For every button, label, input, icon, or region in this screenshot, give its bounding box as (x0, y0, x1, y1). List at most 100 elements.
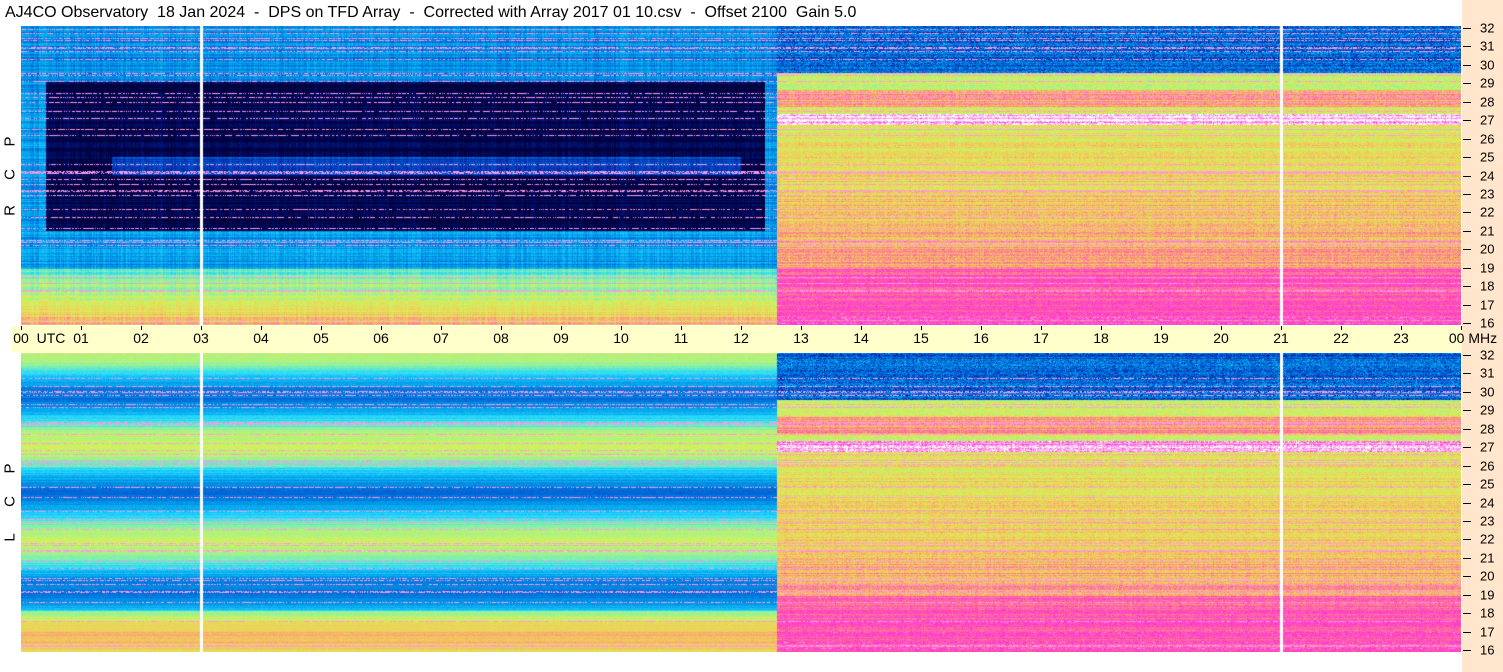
time-tick-mark (1101, 326, 1102, 330)
frequency-tick-label: 25 (1480, 149, 1495, 165)
time-tick-mark (741, 326, 742, 330)
time-tick-mark (1461, 326, 1462, 330)
frequency-tick-mark (1463, 428, 1471, 430)
frequency-tick-label: 23 (1480, 186, 1495, 202)
time-tick-label: 00 (13, 330, 29, 346)
frequency-tick-mark (1463, 120, 1471, 122)
chart-title: AJ4CO Observatory 18 Jan 2024 - DPS on T… (5, 4, 857, 21)
time-tick-label: 08 (493, 330, 509, 346)
time-tick-mark (681, 326, 682, 330)
frequency-tick-label: 32 (1480, 347, 1495, 363)
frequency-tick-label: 22 (1480, 531, 1495, 547)
spectrogram-lcp (21, 353, 1461, 652)
frequency-tick-label: 24 (1480, 168, 1495, 183)
frequency-tick-mark (1463, 465, 1471, 467)
time-tick-label: 04 (253, 330, 269, 346)
polarization-letter: C (1, 496, 19, 507)
time-tick-label: 14 (853, 330, 869, 346)
frequency-tick-mark (1463, 138, 1471, 140)
frequency-tick-mark (1463, 304, 1471, 306)
frequency-tick-label: 27 (1480, 112, 1495, 128)
frequency-tick-mark (1463, 157, 1471, 159)
time-tick-label: 13 (793, 330, 809, 346)
frequency-tick-mark (1463, 175, 1471, 177)
time-tick-label: 21 (1273, 330, 1289, 346)
frequency-tick-mark (1463, 83, 1471, 85)
frequency-tick-label: 28 (1480, 421, 1495, 437)
time-tick-label: UTC (36, 330, 66, 346)
time-tick-mark (381, 326, 382, 330)
frequency-tick-label: 24 (1480, 495, 1495, 510)
time-tick-label: 22 (1333, 330, 1349, 346)
frequency-tick-mark (1463, 286, 1471, 288)
time-tick-label: 19 (1153, 330, 1169, 346)
frequency-tick-label: 23 (1480, 513, 1495, 529)
frequency-tick-mark (1463, 193, 1471, 195)
frequency-tick-mark (1463, 212, 1471, 214)
frequency-tick-label: 17 (1480, 624, 1495, 640)
time-tick-mark (1041, 326, 1042, 330)
frequency-tick-label: 18 (1480, 278, 1495, 294)
frequency-tick-mark (1463, 484, 1471, 486)
frequency-tick-label: 20 (1480, 241, 1495, 257)
time-tick-label: 10 (613, 330, 629, 346)
frequency-tick-label: 26 (1480, 458, 1495, 474)
time-tick-label: 09 (553, 330, 569, 346)
frequency-tick-mark (1463, 267, 1471, 269)
polarization-letter: P (1, 136, 19, 147)
frequency-tick-label: 19 (1480, 587, 1495, 603)
time-tick-label: 18 (1093, 330, 1109, 346)
frequency-tick-mark (1463, 576, 1471, 578)
frequency-tick-mark (1463, 631, 1471, 633)
frequency-tick-mark (1463, 373, 1471, 375)
frequency-tick-mark (1463, 249, 1471, 251)
time-tick-mark (1401, 326, 1402, 330)
time-axis: 00 UTC 01 02 03 04 05 06 07 08 09 10 11 12 13 14 15 16 17 1… (12, 326, 1497, 352)
time-tick-mark (441, 326, 442, 330)
frequency-tick-mark (1463, 323, 1471, 324)
polarization-letter: C (1, 169, 19, 180)
time-tick-mark (501, 326, 502, 330)
frequency-tick-label: 25 (1480, 476, 1495, 492)
frequency-tick-mark (1463, 520, 1471, 522)
time-tick-label: 15 (913, 330, 929, 346)
spectrogram-rcp (21, 26, 1461, 325)
time-tick-mark (321, 326, 322, 330)
frequency-tick-label: 20 (1480, 568, 1495, 584)
time-tick-mark (201, 326, 202, 330)
frequency-tick-label: 19 (1480, 260, 1495, 276)
time-tick-mark (1161, 326, 1162, 330)
frequency-tick-label: 21 (1480, 550, 1495, 566)
polarization-letter: R (1, 205, 19, 216)
frequency-tick-mark (1463, 594, 1471, 596)
time-tick-mark (1281, 326, 1282, 330)
frequency-tick-mark (1463, 502, 1471, 504)
time-tick-label: 17 (1033, 330, 1049, 346)
time-tick-mark (981, 326, 982, 330)
frequency-tick-label: 18 (1480, 605, 1495, 621)
time-tick-label: 12 (733, 330, 749, 346)
time-tick-mark (861, 326, 862, 330)
time-tick-label: 20 (1213, 330, 1229, 346)
time-tick-mark (81, 326, 82, 330)
frequency-tick-label: 29 (1480, 75, 1495, 91)
frequency-tick-label: 30 (1480, 57, 1495, 73)
polarization-letter: L (1, 533, 19, 542)
time-tick-mark (1341, 326, 1342, 330)
frequency-tick-label: 16 (1480, 315, 1495, 331)
time-tick-mark (561, 326, 562, 330)
frequency-tick-mark (1463, 101, 1471, 103)
time-tick-label: 01 (73, 330, 89, 346)
frequency-tick-mark (1463, 391, 1471, 393)
frequency-tick-mark (1463, 28, 1471, 29)
frequency-tick-mark (1463, 230, 1471, 232)
frequency-tick-mark (1463, 410, 1471, 412)
time-tick-mark (261, 326, 262, 330)
time-tick-mark (801, 326, 802, 330)
frequency-tick-label: 16 (1480, 642, 1495, 658)
time-tick-label: 11 (673, 330, 689, 346)
time-tick-label: 02 (133, 330, 149, 346)
time-tick-label: 23 (1393, 330, 1409, 346)
time-tick-label: 05 (313, 330, 329, 346)
frequency-tick-mark (1463, 355, 1471, 356)
